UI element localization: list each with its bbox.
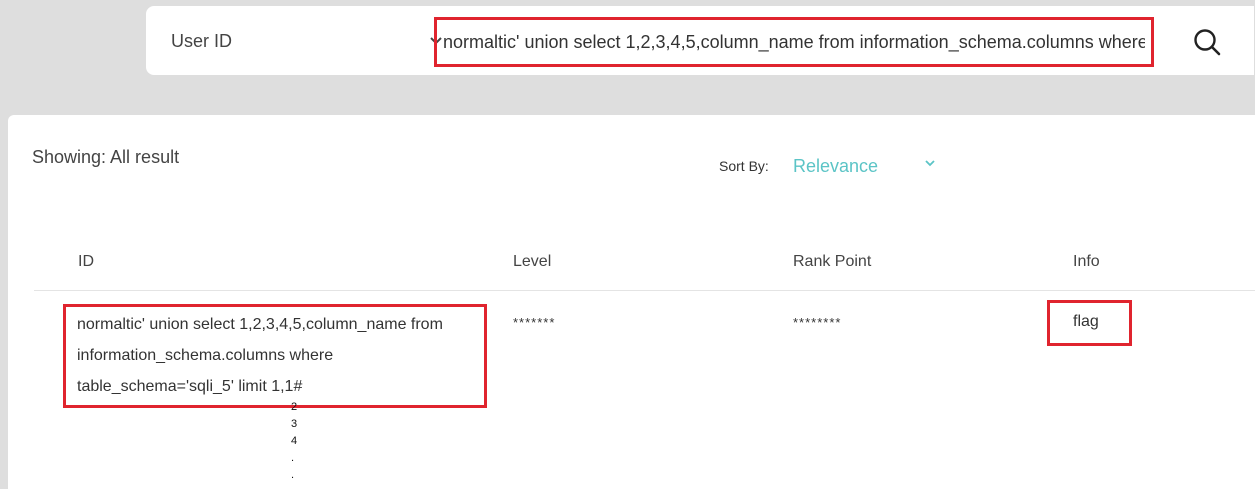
query-highlight-box	[434, 17, 1154, 67]
column-header-level: Level	[513, 253, 552, 270]
results-panel: Showing: All result Sort By: Relevance I…	[8, 115, 1255, 489]
row-rank-cell: ********	[793, 315, 842, 330]
row-level-cell: *******	[513, 315, 556, 330]
overflow-row-marker: 4	[291, 435, 298, 447]
overflow-row-marker: 3	[291, 418, 298, 430]
search-icon[interactable]	[1192, 27, 1222, 57]
row-info-cell: flag	[1073, 313, 1099, 330]
row-id-cell: normaltic' union select 1,2,3,4,5,column…	[77, 309, 487, 402]
results-summary: Showing: All result	[32, 147, 180, 167]
search-field-select[interactable]: User ID	[171, 28, 442, 54]
row-id-line: table_schema='sqli_5' limit 1,1#	[77, 378, 303, 395]
overflow-row-marker: .	[291, 469, 295, 481]
search-field-label: User ID	[171, 31, 233, 51]
chevron-down-icon	[925, 160, 935, 167]
sort-label: Sort By:	[719, 158, 769, 174]
search-bar: User ID	[146, 6, 1254, 75]
row-id-line: normaltic' union select 1,2,3,4,5,column…	[77, 316, 443, 333]
column-header-info: Info	[1073, 253, 1100, 270]
column-header-id: ID	[78, 253, 94, 270]
search-input[interactable]	[443, 28, 1145, 56]
sort-select[interactable]: Relevance	[793, 153, 943, 181]
sort-value: Relevance	[793, 156, 879, 176]
row-id-line: information_schema.columns where	[77, 347, 334, 364]
header-divider	[34, 290, 1255, 291]
overflow-row-marker: 2	[291, 401, 298, 413]
overflow-row-marker: .	[291, 452, 295, 464]
column-header-rank-point: Rank Point	[793, 253, 872, 270]
